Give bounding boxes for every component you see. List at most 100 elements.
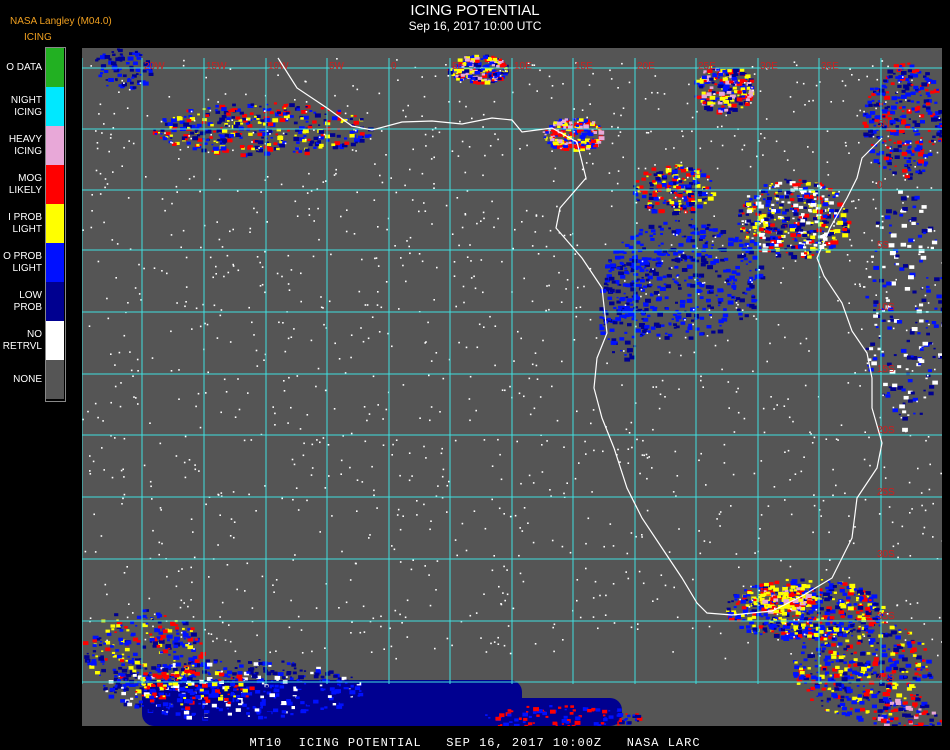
icing-pixel [862,616,866,620]
icing-pixel [921,665,926,669]
icing-pixel [732,287,737,290]
icing-pixel [243,714,247,718]
icing-pixel [767,212,770,214]
icing-pixel [915,141,919,144]
icing-pixel [268,664,272,667]
icing-pixel [681,235,684,238]
icing-pixel [644,324,650,329]
icing-pixel [491,64,495,67]
icing-pixel [182,633,189,638]
icing-pixel [247,715,250,717]
icing-pixel [620,275,626,279]
icing-pixel [843,647,848,651]
icing-pixel [331,116,338,121]
legend-swatch [46,243,64,282]
icing-pixel [712,72,716,76]
icing-pixel [708,107,714,111]
icing-pixel [242,117,246,121]
icing-pixel [190,627,195,631]
icing-pixel [568,141,572,144]
icing-pixel [242,703,247,707]
icing-pixel [885,632,888,635]
icing-pixel [773,633,780,638]
icing-pixel [834,212,838,215]
icing-pixel [912,73,919,78]
icing-pixel [126,674,131,678]
icing-pixel [822,230,825,233]
icing-pixel [927,152,933,156]
icing-pixel [152,644,157,648]
icing-pixel [153,641,159,645]
icing-pixel [279,143,285,148]
icing-pixel [761,214,767,218]
icing-pixel [907,168,912,172]
icing-pixel [770,223,775,227]
icing-pixel [659,227,664,231]
icing-pixel [707,196,714,201]
icing-pixel [504,708,508,711]
icing-pixel [911,696,916,700]
icing-pixel [829,674,833,677]
icing-pixel [210,678,214,681]
icing-pixel [349,690,356,695]
icing-pixel [831,637,836,640]
icing-pixel [581,143,585,147]
icing-pixel [926,659,932,664]
icing-pixel [900,646,904,649]
icing-pixel [682,302,685,304]
icing-pixel [940,125,942,128]
icing-pixel [649,182,652,185]
icing-pixel [203,690,210,695]
icing-pixel [127,655,130,658]
icing-pixel [619,314,624,318]
icing-pixel [735,272,741,276]
legend-label-line: HEAVY [8,133,42,145]
icing-pixel [810,221,814,224]
icing-pixel [746,209,752,214]
icing-pixel [918,169,921,171]
icing-pixel [324,706,328,709]
icing-pixel [703,201,707,205]
icing-pixel [132,652,138,656]
icing-pixel [640,267,643,269]
icing-pixel [811,616,815,619]
icing-pixel [925,106,931,110]
icing-pixel [820,699,824,702]
icing-pixel [618,305,622,309]
icing-pixel [167,647,171,650]
icing-pixel [221,129,228,133]
icing-pixel [867,634,871,637]
icing-pixel [708,89,713,92]
icing-pixel [668,181,674,185]
icing-pixel [270,670,275,673]
icing-pixel [761,193,764,196]
icing-pixel [909,173,913,176]
icing-pixel [677,283,681,287]
icing-pixel [495,716,501,721]
icing-pixel [868,275,872,279]
icing-pixel [584,119,588,122]
icing-pixel [661,183,667,187]
icing-pixel [686,264,693,269]
icing-pixel [341,676,347,681]
icing-pixel [658,171,664,175]
icing-pixel [117,56,122,60]
icing-pixel [926,285,930,289]
icing-pixel [123,690,126,692]
icing-pixel [816,671,819,674]
icing-pixel [758,274,764,278]
icing-pixel [842,706,847,711]
icing-pixel [647,314,651,318]
icing-pixel [926,102,931,106]
icing-pixel [280,714,285,718]
icing-pixel [307,701,313,706]
icing-pixel [460,78,463,81]
icing-pixel [710,194,713,196]
icing-pixel [851,700,857,705]
icing-pixel [700,290,703,293]
icing-pixel [210,685,215,689]
icing-pixel [890,717,894,721]
icing-pixel [319,684,323,687]
icing-pixel [881,215,884,218]
icing-pixel [712,99,715,102]
